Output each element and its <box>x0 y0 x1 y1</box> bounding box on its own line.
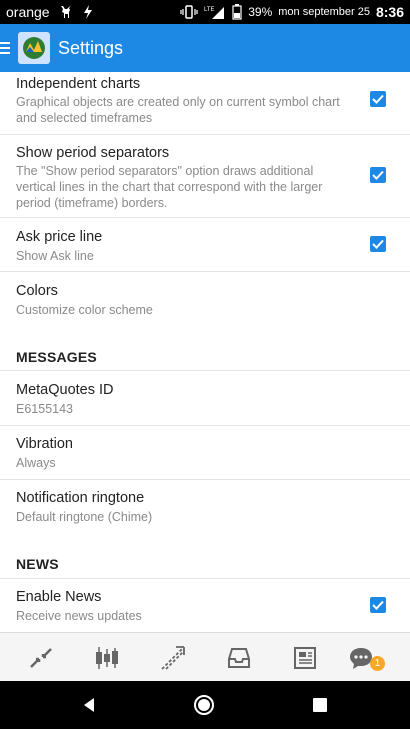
setting-subtitle: Customize color scheme <box>16 303 153 317</box>
status-date: mon september 25 <box>278 6 370 18</box>
setting-vibration[interactable]: Vibration Always <box>0 426 410 479</box>
setting-title: Ask price line <box>16 229 103 245</box>
setting-subtitle: Show Ask line <box>16 249 94 263</box>
carrier-name: orange <box>6 4 50 20</box>
setting-title: Show period separators <box>16 145 170 161</box>
status-time: 8:36 <box>375 4 404 20</box>
setting-subtitle: Graphical objects are created only on cu… <box>16 95 340 125</box>
app-logo[interactable] <box>18 32 50 64</box>
setting-title: Enable News <box>16 589 102 605</box>
setting-title: Notification ringtone <box>16 490 145 506</box>
check-icon <box>372 600 384 610</box>
chat-notification-badge: 1 <box>370 656 385 671</box>
setting-subtitle: Always <box>16 456 56 470</box>
setting-show-period-separators[interactable]: Show period separators The "Show period … <box>0 135 410 217</box>
setting-title: MetaQuotes ID <box>16 382 114 398</box>
section-header-messages: MESSAGES <box>16 349 97 365</box>
signal-icon: LTE <box>204 7 225 19</box>
flash-icon <box>83 5 92 19</box>
chart-icon[interactable] <box>94 645 120 671</box>
setting-subtitle: The "Show period separators" option draw… <box>16 164 323 210</box>
app-bar: Settings <box>0 24 410 72</box>
news-icon[interactable] <box>292 645 318 671</box>
history-icon[interactable] <box>226 645 252 671</box>
vibrate-icon <box>180 5 198 19</box>
setting-notification-ringtone[interactable]: Notification ringtone Default ringtone (… <box>0 480 410 533</box>
battery-percent: 39% <box>248 5 273 19</box>
status-bar: orange LTE 39% mon september 25 8:36 <box>0 0 410 24</box>
setting-subtitle: Receive news updates <box>16 609 142 623</box>
setting-ask-price-line[interactable]: Ask price line Show Ask line <box>0 218 410 271</box>
enable-news-checkbox[interactable] <box>370 597 386 613</box>
period-separators-checkbox[interactable] <box>370 167 386 183</box>
check-icon <box>372 94 384 104</box>
home-icon[interactable] <box>193 694 215 716</box>
section-header-news: NEWS <box>16 556 59 572</box>
page-title: Settings <box>58 37 124 58</box>
quotes-icon[interactable] <box>28 645 54 671</box>
status-left: orange <box>0 4 94 20</box>
setting-title: Colors <box>16 283 58 299</box>
metatrader-logo-icon <box>23 37 45 59</box>
svg-text:LTE: LTE <box>204 7 215 13</box>
check-icon <box>372 239 384 249</box>
menu-icon[interactable] <box>0 42 12 54</box>
ask-price-line-checkbox[interactable] <box>370 236 386 252</box>
setting-colors[interactable]: Colors Customize color scheme <box>0 272 410 326</box>
independent-charts-checkbox[interactable] <box>370 91 386 107</box>
setting-title: Vibration <box>16 436 73 452</box>
setting-enable-news[interactable]: Enable News Receive news updates <box>0 579 410 632</box>
battery-icon <box>232 4 242 20</box>
setting-subtitle: Default ringtone (Chime) <box>16 510 153 524</box>
setting-metaquotes-id[interactable]: MetaQuotes ID E6155143 <box>0 371 410 425</box>
recents-icon[interactable] <box>313 698 327 712</box>
setting-independent-charts[interactable]: Independent charts Graphical objects are… <box>0 72 410 134</box>
status-right: LTE 39% mon september 25 8:36 <box>180 0 404 24</box>
settings-list[interactable]: Independent charts Graphical objects are… <box>0 72 410 632</box>
deer-icon <box>60 6 71 18</box>
setting-title: Independent charts <box>16 76 141 92</box>
bottom-navigation <box>0 632 410 681</box>
trade-icon[interactable] <box>160 645 186 671</box>
setting-subtitle: E6155143 <box>16 402 74 416</box>
back-icon[interactable] <box>81 697 97 713</box>
check-icon <box>372 170 384 180</box>
system-navigation-bar <box>0 681 410 729</box>
